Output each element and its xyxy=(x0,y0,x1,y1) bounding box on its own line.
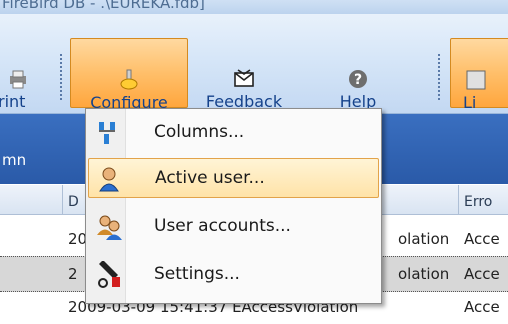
band-label: mn xyxy=(2,151,27,169)
envelope-icon xyxy=(234,69,254,87)
menu-item-label: Active user... xyxy=(155,168,265,188)
toolbar-separator xyxy=(438,54,440,100)
window-title: FireBird DB - .\EUREKA.fdb] xyxy=(2,0,205,12)
cell-type: olation xyxy=(398,265,450,283)
configure-button[interactable]: Configure xyxy=(70,38,188,112)
menu-item-settings[interactable]: Settings... xyxy=(88,255,379,295)
menu-item-user-accounts[interactable]: User accounts... xyxy=(88,207,379,247)
li-button[interactable]: Li xyxy=(450,38,508,112)
title-bar: FireBird DB - .\EUREKA.fdb] xyxy=(0,0,508,14)
help-button[interactable]: ? Help xyxy=(308,38,408,111)
column-divider[interactable] xyxy=(62,185,63,215)
menu-item-active-user[interactable]: Active user... xyxy=(88,158,379,198)
svg-text:?: ? xyxy=(354,72,362,88)
toolbar-separator xyxy=(60,54,62,100)
menu-item-label: Columns... xyxy=(154,122,245,142)
configure-icon xyxy=(120,69,138,90)
user-accounts-icon xyxy=(97,215,122,240)
menu-item-label: Settings... xyxy=(154,264,240,284)
toolbar-ribbon: rint Configure Feedback ? Help Li xyxy=(0,14,508,114)
cell-error: Acce xyxy=(464,230,500,248)
print-button[interactable]: rint xyxy=(0,38,56,111)
li-icon xyxy=(466,70,486,90)
menu-item-label: User accounts... xyxy=(154,216,291,236)
cell-error: Acce xyxy=(464,298,500,316)
menu-item-columns[interactable]: Columns... xyxy=(88,113,379,153)
print-label: rint xyxy=(0,92,26,111)
columns-icon xyxy=(99,122,115,144)
printer-icon xyxy=(10,70,26,89)
column-header-date[interactable]: D xyxy=(68,194,79,210)
help-icon: ? xyxy=(349,70,367,88)
cell-error: Acce xyxy=(464,265,500,283)
active-user-icon xyxy=(99,167,119,192)
cell-date: 2 xyxy=(68,265,78,283)
cell-type: olation xyxy=(398,230,450,248)
configure-menu: Columns... Active user... User accounts.… xyxy=(85,108,382,304)
column-header-error[interactable]: Erro xyxy=(464,194,492,210)
settings-icon xyxy=(98,261,120,288)
li-label: Li xyxy=(463,93,477,112)
column-divider[interactable] xyxy=(458,185,459,215)
feedback-button[interactable]: Feedback xyxy=(190,38,298,111)
